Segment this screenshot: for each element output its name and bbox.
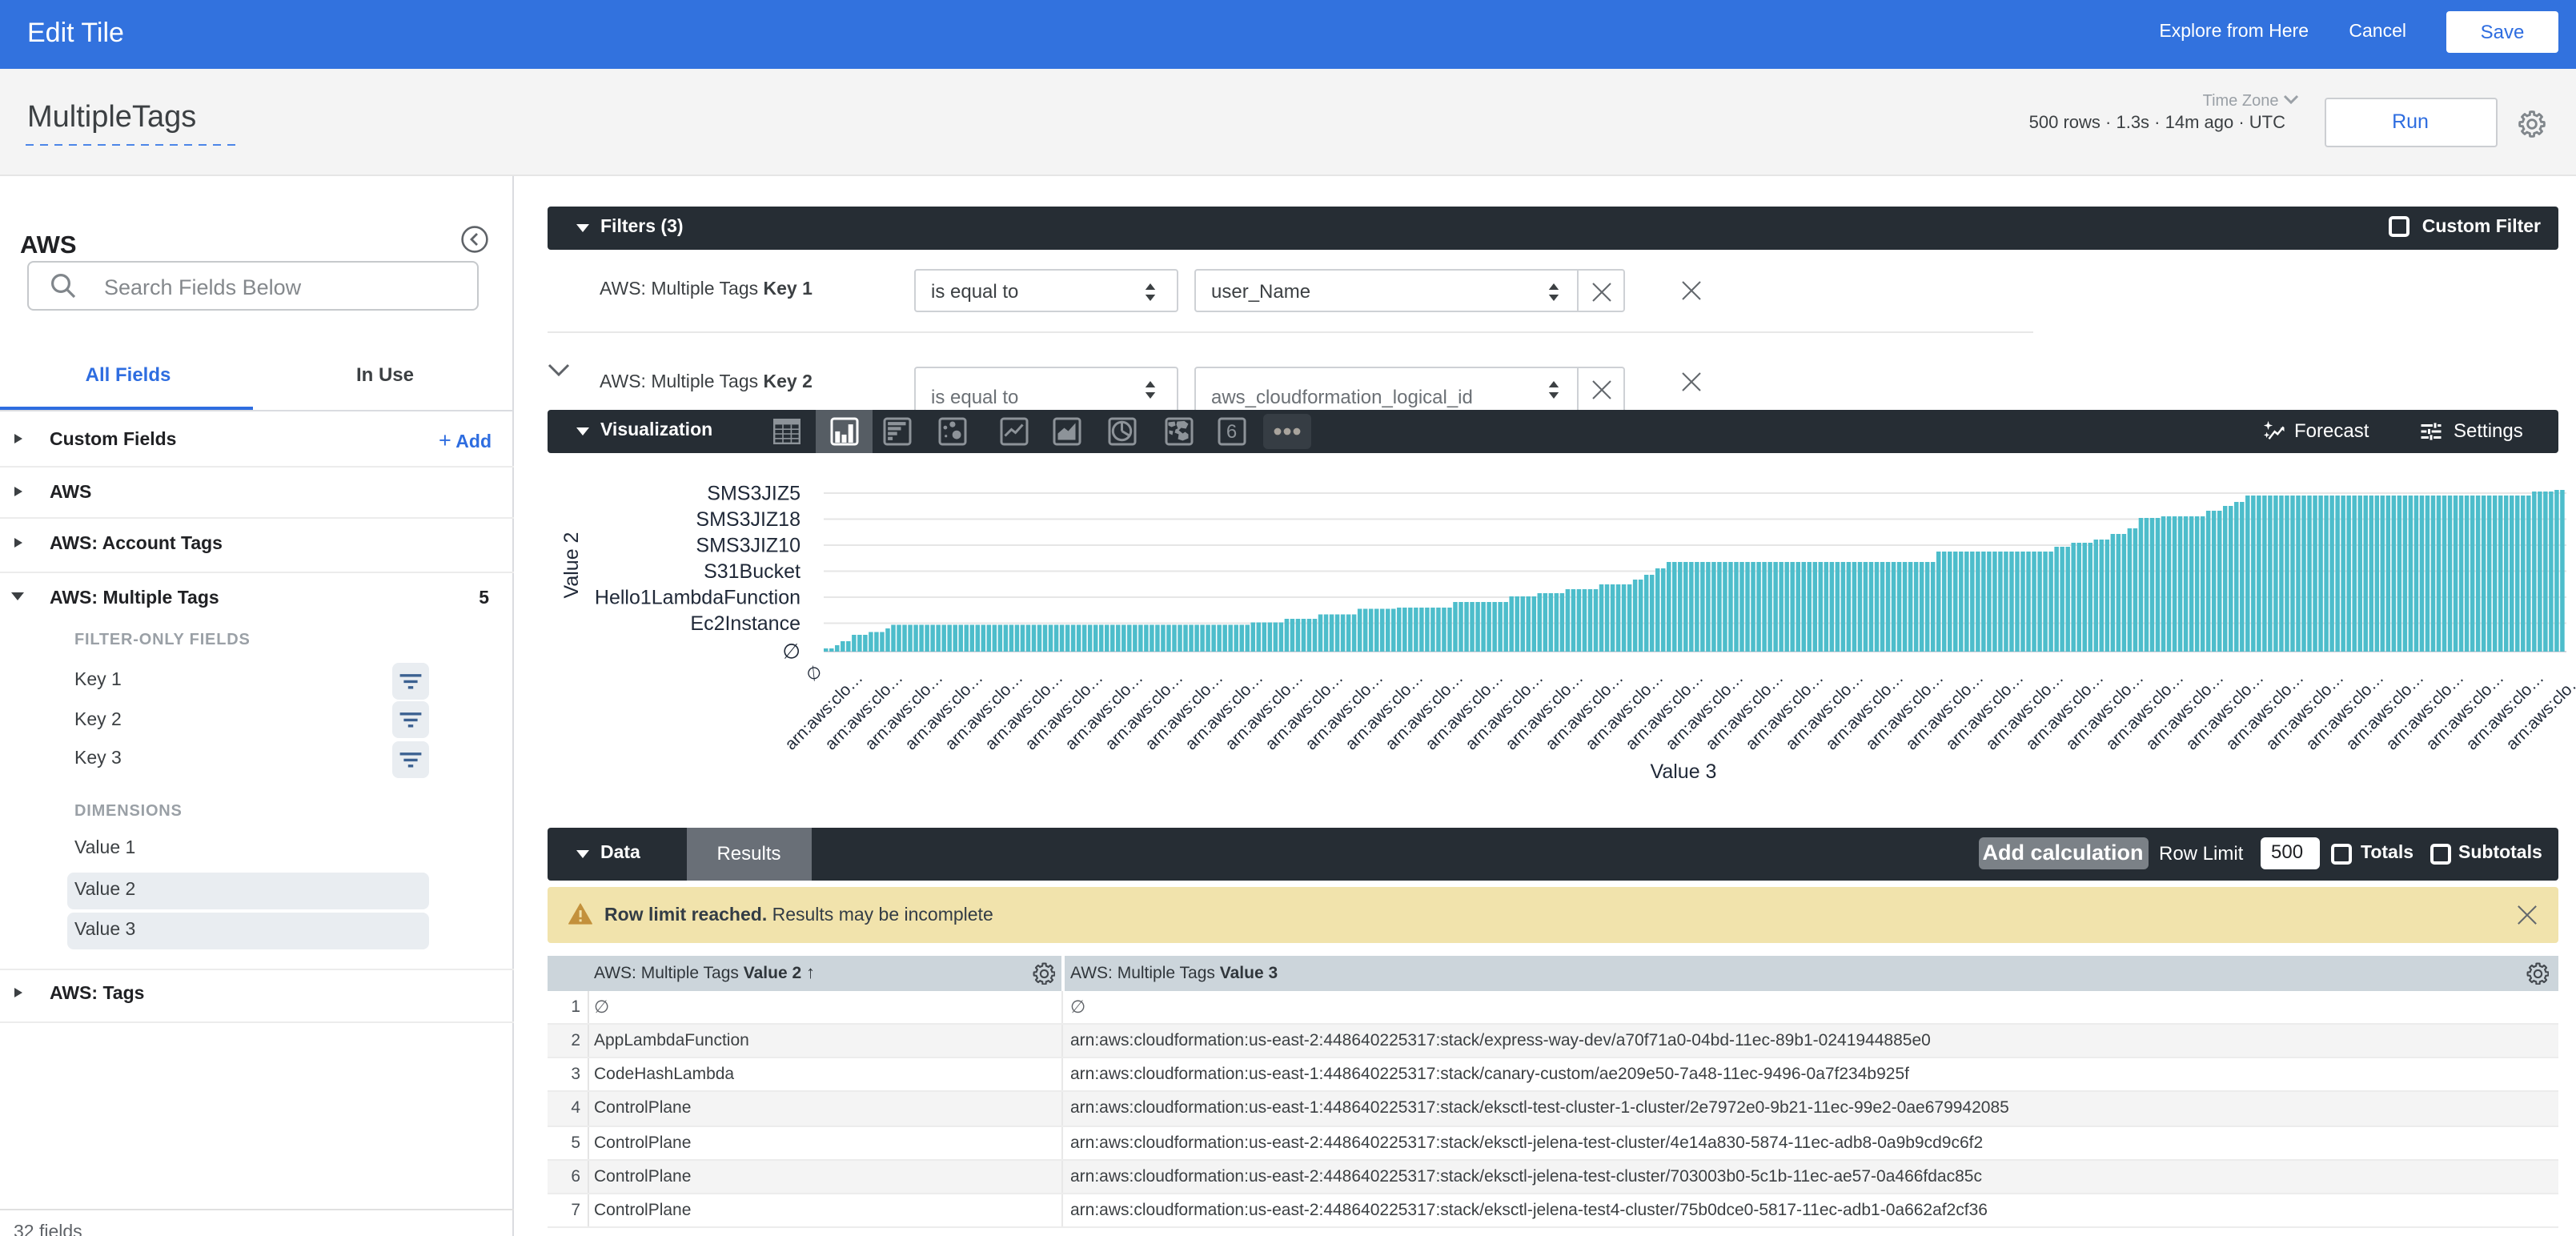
svg-text:S31Bucket: S31Bucket	[703, 560, 800, 582]
svg-text:SMS3JIZ10: SMS3JIZ10	[695, 533, 800, 556]
svg-text:∅: ∅	[802, 661, 825, 684]
svg-text:SMS3JIZ5: SMS3JIZ5	[706, 481, 800, 504]
svg-text:Value 3: Value 3	[1650, 760, 1716, 782]
svg-text:Value 2: Value 2	[560, 532, 582, 598]
svg-text:∅: ∅	[781, 638, 800, 662]
svg-text:6: 6	[1226, 420, 1236, 442]
svg-text:Hello1LambdaFunction: Hello1LambdaFunction	[594, 585, 800, 608]
svg-text:Ec2Instance: Ec2Instance	[689, 612, 800, 634]
svg-text:SMS3JIZ18: SMS3JIZ18	[695, 508, 800, 530]
